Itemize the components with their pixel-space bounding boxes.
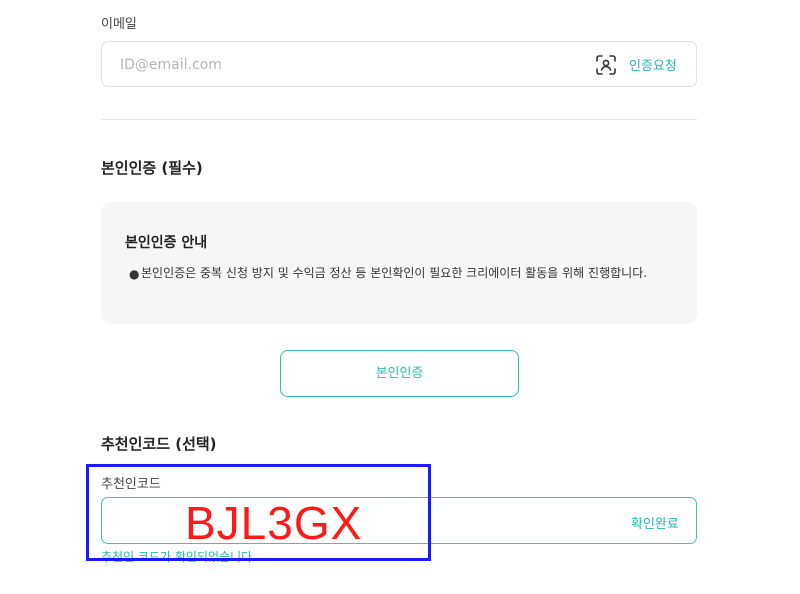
- bullet-icon: ●: [129, 267, 140, 281]
- divider: [101, 119, 697, 120]
- referral-confirm-button[interactable]: 확인완료: [631, 513, 679, 532]
- referral-section-title: 추천인코드 (선택): [101, 435, 217, 453]
- identity-notice-box: 본인인증 안내 ● 본인인증은 중복 신청 방지 및 수익금 정산 등 본인확인…: [101, 202, 697, 324]
- email-field-container: 인증요청: [101, 41, 697, 88]
- identity-section-title: 본인인증 (필수): [101, 159, 203, 177]
- verify-request-button[interactable]: 인증요청: [629, 55, 677, 74]
- notice-text: 본인인증은 중복 신청 방지 및 수익금 정산 등 본인확인이 필요한 크리에이…: [141, 266, 648, 280]
- referral-code-overlay: BJL3GX: [185, 497, 363, 549]
- identity-verify-button[interactable]: 본인인증: [280, 350, 519, 397]
- face-scan-icon[interactable]: [595, 54, 617, 76]
- email-label: 이메일: [101, 17, 137, 32]
- notice-title: 본인인증 안내: [125, 235, 208, 251]
- email-input[interactable]: [118, 42, 562, 88]
